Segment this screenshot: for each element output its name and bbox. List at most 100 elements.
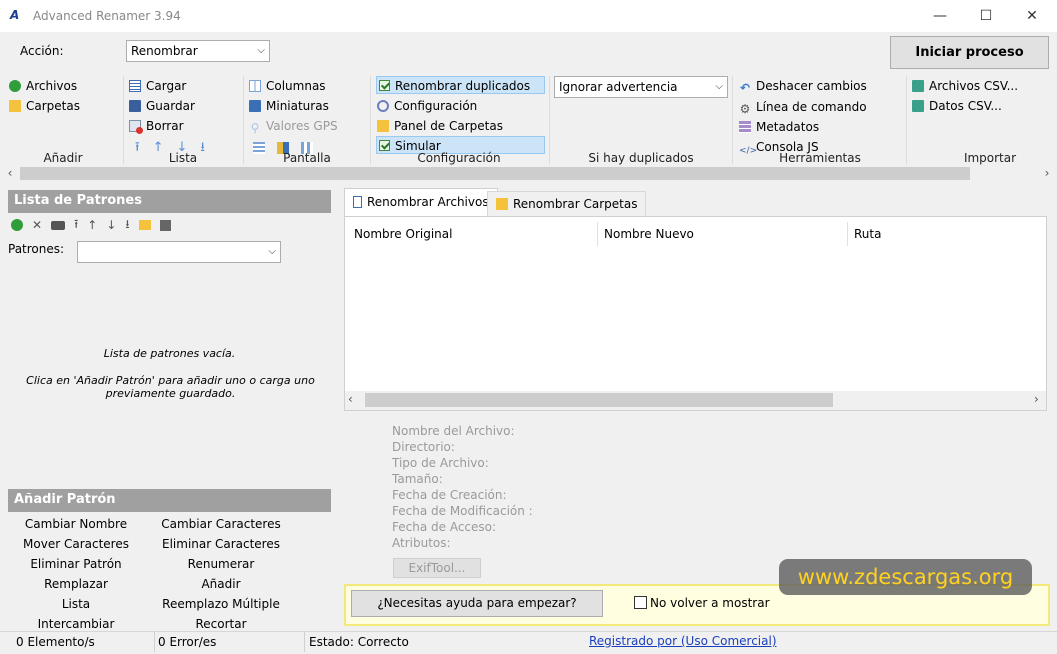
rename-duplicates-toggle[interactable]: Renombrar duplicados [376, 76, 545, 94]
start-process-button[interactable]: Iniciar proceso [890, 36, 1049, 69]
info-modified: Fecha de Modificación : [392, 504, 533, 518]
move-bottom-icon[interactable]: ⭳ [125, 215, 129, 236]
scroll-left-icon[interactable]: ‹ [348, 392, 353, 406]
dont-show-checkbox[interactable] [634, 596, 647, 609]
accion-select[interactable]: Renombrar ⌵ [126, 40, 270, 62]
folder-panel-button[interactable]: Panel de Carpetas [377, 117, 503, 135]
checkbox-checked-icon [379, 140, 390, 151]
exiftool-button[interactable]: ExifTool... [393, 558, 481, 578]
load-label: Cargar [146, 79, 187, 93]
group-label-pantalla: Pantalla [283, 151, 331, 165]
file-list-scroll-thumb[interactable] [365, 393, 833, 407]
save-list-button[interactable]: Guardar [129, 97, 195, 115]
rename-duplicates-label: Renombrar duplicados [395, 79, 531, 93]
patterns-panel-title: Lista de Patrones [8, 190, 331, 213]
add-pattern-icon[interactable] [11, 219, 23, 231]
undo-icon: ↶ [739, 81, 751, 95]
group-label-configuracion: Configuración [417, 151, 501, 165]
info-filename: Nombre del Archivo: [392, 424, 515, 438]
pattern-renumber[interactable]: Renumerar [151, 557, 291, 571]
app-logo-icon: A [10, 8, 20, 22]
accion-label: Acción: [20, 44, 64, 58]
patrones-select[interactable]: ⌵ [77, 241, 281, 263]
thumbnails-button[interactable]: Miniaturas [249, 97, 329, 115]
chevron-down-icon: ⌵ [715, 81, 723, 92]
add-folders-button[interactable]: Carpetas [9, 97, 80, 115]
empty-patterns-hint: Clica en 'Añadir Patrón' para añadir uno… [26, 374, 315, 400]
clear-list-button[interactable]: Borrar [129, 117, 184, 135]
save-icon [129, 100, 141, 112]
file-list[interactable] [344, 216, 1047, 411]
tab-rename-files[interactable]: Renombrar Archivos [344, 188, 498, 216]
csv-file-icon [912, 80, 924, 92]
command-line-button[interactable]: ⚙ Línea de comando [739, 98, 867, 116]
column-new-name[interactable]: Nombre Nuevo [604, 227, 694, 241]
dont-show-label: No volver a mostrar [650, 596, 770, 610]
save-icon[interactable] [159, 219, 171, 231]
window-title: Advanced Renamer 3.94 [33, 9, 181, 23]
add-folders-label: Carpetas [26, 99, 80, 113]
csv-file-icon [912, 100, 924, 112]
close-button[interactable]: ✕ [1009, 0, 1055, 32]
settings-button[interactable]: Configuración [377, 97, 477, 115]
import-csv-files-label: Archivos CSV... [929, 79, 1019, 93]
maximize-button[interactable]: ☐ [963, 0, 1009, 32]
import-csv-data-button[interactable]: Datos CSV... [912, 97, 1002, 115]
view-list-icon[interactable] [253, 142, 265, 154]
patrones-label: Patrones: [8, 242, 65, 256]
info-created: Fecha de Creación: [392, 488, 507, 502]
thumbnails-label: Miniaturas [266, 99, 329, 113]
pattern-trim[interactable]: Recortar [151, 617, 291, 631]
gps-label: Valores GPS [266, 119, 338, 133]
import-csv-data-label: Datos CSV... [929, 99, 1002, 113]
status-state: Estado: Correcto [309, 635, 409, 649]
move-up-icon[interactable]: ↑ [87, 218, 97, 232]
move-down-icon[interactable]: ↓ [106, 218, 116, 232]
duplicates-select[interactable]: Ignorar advertencia ⌵ [554, 76, 728, 98]
minimize-button[interactable]: — [917, 0, 963, 32]
registered-link[interactable]: Registrado por (Uso Comercial) [589, 634, 777, 648]
columns-button[interactable]: Columnas [249, 77, 326, 95]
info-size: Tamaño: [392, 472, 443, 486]
scroll-left-icon[interactable]: ‹ [3, 165, 17, 182]
command-line-label: Línea de comando [756, 100, 867, 114]
settings-label: Configuración [394, 99, 478, 113]
pattern-change-name[interactable]: Cambiar Nombre [6, 517, 146, 531]
folder-icon [377, 120, 389, 132]
clear-icon[interactable] [51, 220, 66, 230]
folder-panel-label: Panel de Carpetas [394, 119, 503, 133]
pattern-add[interactable]: Añadir [151, 577, 291, 591]
add-files-button[interactable]: Archivos [9, 77, 77, 95]
gps-values-button[interactable]: ⚲ Valores GPS [249, 117, 338, 135]
undo-changes-button[interactable]: ↶ Deshacer cambios [739, 77, 867, 95]
remove-icon[interactable]: ✕ [32, 218, 42, 232]
import-csv-files-button[interactable]: Archivos CSV... [912, 77, 1018, 95]
pattern-swap[interactable]: Intercambiar [6, 617, 146, 631]
pattern-remove-chars[interactable]: Eliminar Caracteres [151, 537, 291, 551]
add-files-label: Archivos [26, 79, 78, 93]
load-list-button[interactable]: Cargar [129, 77, 186, 95]
help-button[interactable]: ¿Necesitas ayuda para empezar? [351, 590, 603, 617]
scroll-right-icon[interactable]: › [1040, 165, 1054, 182]
column-original-name[interactable]: Nombre Original [354, 227, 452, 241]
pattern-replace[interactable]: Remplazar [6, 577, 146, 591]
metadata-button[interactable]: Metadatos [739, 118, 819, 136]
pattern-remove-pattern[interactable]: Eliminar Patrón [6, 557, 146, 571]
columns-label: Columnas [266, 79, 326, 93]
info-attributes: Atributos: [392, 536, 451, 550]
scroll-right-icon[interactable]: › [1034, 392, 1039, 406]
folder-icon [496, 198, 508, 210]
open-folder-icon[interactable] [138, 220, 151, 230]
chevron-down-icon: ⌵ [257, 45, 265, 56]
ribbon-scroll-thumb[interactable] [20, 167, 970, 180]
column-path[interactable]: Ruta [854, 227, 881, 241]
tab-rename-folders[interactable]: Renombrar Carpetas [487, 191, 647, 216]
info-directory: Directorio: [392, 440, 455, 454]
move-top-icon[interactable]: ⭱ [74, 215, 78, 236]
pattern-move-chars[interactable]: Mover Caracteres [6, 537, 146, 551]
pattern-list[interactable]: Lista [6, 597, 146, 611]
pattern-multi-replace[interactable]: Reemplazo Múltiple [151, 597, 291, 611]
pattern-change-chars[interactable]: Cambiar Caracteres [151, 517, 291, 531]
gear-icon: ⚙ [739, 102, 751, 116]
image-icon [249, 100, 261, 112]
